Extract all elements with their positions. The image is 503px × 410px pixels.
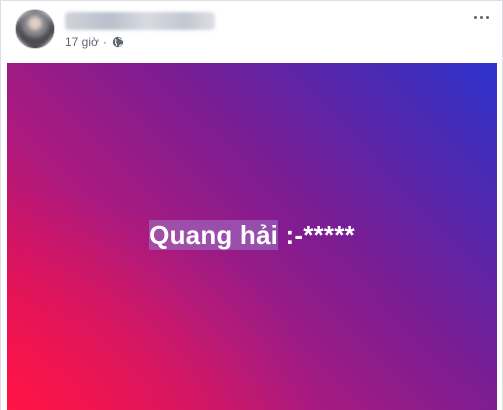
post-meta: 17 giờ · <box>65 35 124 49</box>
post-text-highlighted: Quang hải <box>149 219 279 250</box>
post-text-container: Quang hải :-***** <box>7 63 497 410</box>
post-timestamp[interactable]: 17 giờ <box>65 35 99 49</box>
more-options-icon-dot <box>485 15 489 19</box>
more-options-icon-dot <box>479 15 483 19</box>
post-text-rest: :-***** <box>278 219 355 250</box>
facebook-post: 17 giờ · Quang hải :-***** <box>0 0 503 410</box>
avatar[interactable] <box>15 9 55 49</box>
post-text: Quang hải :-***** <box>147 219 357 251</box>
post-background-card[interactable]: Quang hải :-***** <box>7 63 497 410</box>
more-options-icon <box>473 15 477 19</box>
more-options-button[interactable] <box>470 9 492 25</box>
post-header: 17 giờ · <box>1 1 502 63</box>
author-name-blurred[interactable] <box>65 12 215 30</box>
globe-icon[interactable] <box>112 36 124 48</box>
meta-separator: · <box>102 35 107 49</box>
